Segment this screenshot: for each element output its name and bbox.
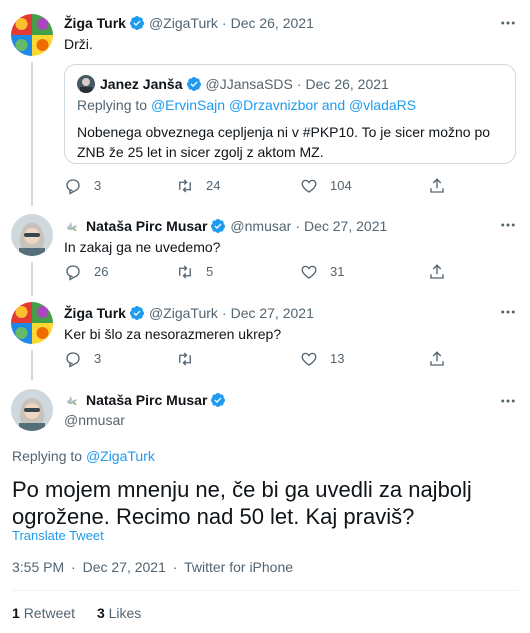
reply-button[interactable]: 3 [64,177,101,195]
heart-icon [301,352,317,366]
reply-button[interactable]: 26 [64,263,108,281]
verified-badge-icon [186,77,201,91]
author-name[interactable]: Žiga Turk [64,14,126,32]
reply-count: 3 [94,178,102,193]
share-icon [430,264,444,279]
translate-tweet-link[interactable]: Translate Tweet [12,528,104,543]
tweet-time[interactable]: 3:55 PM [12,559,64,575]
author-handle[interactable]: @ZigaTurk [149,304,218,322]
share-icon [430,351,444,366]
share-button[interactable] [428,350,458,368]
reply-icon [66,179,80,195]
thread-line [31,62,33,206]
reply-icon [66,352,80,368]
separator: · [71,559,76,575]
reply-count: 26 [94,264,109,279]
thread-line [31,350,33,380]
reply-icon [66,265,80,281]
tweet-text: Ker bi šlo za nesorazmeren ukrep? [64,326,282,342]
verified-badge-icon [129,16,144,30]
retweet-icon [179,265,191,279]
tweet-actions: 3 24 104 [64,177,484,197]
likes-stat[interactable]: 3 Likes [97,605,141,621]
like-count: 31 [330,264,345,279]
reply-button[interactable]: 3 [64,350,101,368]
retweets-stat[interactable]: 1 Retweet [12,605,75,621]
author-name[interactable]: Nataša Pirc Musar [86,392,207,408]
retweets-label: Retweet [23,605,76,621]
separator: · [172,559,178,575]
like-count: 104 [330,178,352,193]
retweet-icon [179,352,191,366]
quote-text: Nobenega obveznega cepljenja ni v #PKP10… [77,124,491,160]
likes-label: Likes [108,605,142,621]
peace-dove-emoji-icon [66,222,78,232]
peace-dove-emoji-icon [66,396,78,406]
like-count: 13 [330,351,345,366]
author-name[interactable]: Nataša Pirc Musar [86,217,207,235]
author-handle[interactable]: @ZigaTurk [149,14,218,32]
like-button[interactable]: 31 [300,263,344,281]
separator: · [221,15,227,31]
verified-badge-icon [211,393,226,407]
tweet-date[interactable]: Dec 27, 2021 [231,304,314,322]
avatar[interactable] [11,214,53,256]
heart-icon [301,265,317,279]
more-options-icon[interactable] [498,14,518,32]
author-name[interactable]: Žiga Turk [64,304,126,322]
tweet-date[interactable]: Dec 27, 2021 [83,559,166,575]
heart-icon [301,179,317,193]
tweet-actions: 3 13 [64,350,484,370]
avatar[interactable] [11,302,53,344]
tweet-text: In zakaj ga ne uvedemo? [64,239,221,255]
quote-date: Dec 26, 2021 [305,76,389,92]
thread-line [31,262,33,296]
separator: · [221,305,227,321]
more-options-icon[interactable] [498,392,518,410]
separator: · [295,218,300,234]
replying-to-link[interactable]: @ZigaTurk [86,448,155,464]
tweet-date[interactable]: Dec 27, 2021 [304,217,387,235]
quote-avatar [77,75,95,93]
retweet-button[interactable] [176,350,206,368]
verified-badge-icon [211,219,226,233]
replying-to-links[interactable]: @ErvinSajn @Drzavnizbor and @vladaRS [151,97,416,113]
main-tweet-text: Po mojem mnenju ne, če bi ga uvedli za n… [12,477,472,529]
retweet-count: 5 [206,264,214,279]
author-handle[interactable]: @nmusar [64,412,125,428]
tweet-actions: 26 5 31 [64,263,484,283]
retweets-count: 1 [12,605,20,621]
retweet-icon [179,179,191,193]
replying-prefix: Replying to [77,97,148,113]
like-button[interactable]: 104 [300,177,352,195]
share-icon [430,178,444,193]
tweet-date[interactable]: Dec 26, 2021 [231,14,314,32]
retweet-count: 24 [206,178,221,193]
likes-count: 3 [96,605,105,621]
avatar[interactable] [11,389,53,431]
quote-author-handle: @JJansaSDS [205,76,293,92]
quoted-tweet[interactable]: Janez Janša @JJansaSDS · Dec 26, 2021 Re… [64,64,516,164]
separator: · [296,76,302,92]
tweet-source[interactable]: Twitter for iPhone [184,559,293,575]
quote-author-name: Janez Janša [100,76,183,92]
more-options-icon[interactable] [498,216,518,234]
replying-prefix: Replying to [12,448,83,464]
author-handle[interactable]: @nmusar [230,217,291,235]
reply-count: 3 [94,351,102,366]
more-options-icon[interactable] [498,303,518,321]
retweet-button[interactable]: 24 [176,177,220,195]
retweet-button[interactable]: 5 [176,263,213,281]
like-button[interactable]: 13 [300,350,344,368]
engagement-stats: 1 Retweet 3 Likes [12,605,141,621]
avatar[interactable] [11,14,53,56]
verified-badge-icon [129,306,144,320]
divider [12,590,518,591]
share-button[interactable] [428,263,458,281]
tweet-text: Drži. [64,36,93,52]
share-button[interactable] [428,177,458,195]
